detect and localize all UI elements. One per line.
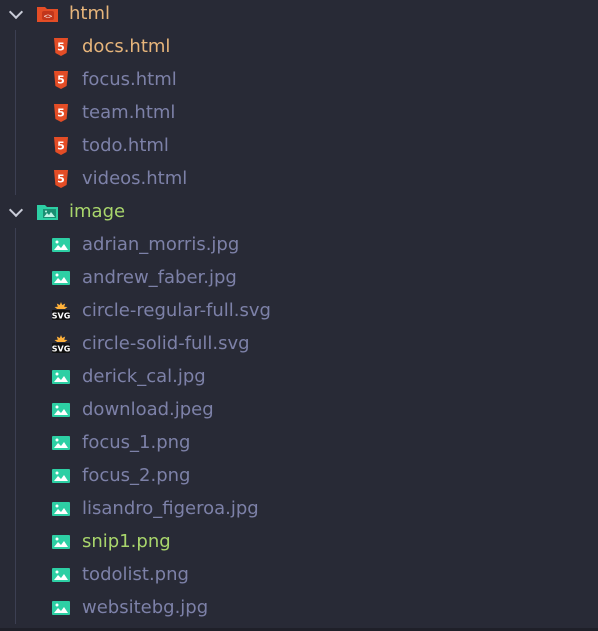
file-label: focus_1.png — [82, 432, 191, 453]
image-icon — [51, 598, 71, 618]
file-label: videos.html — [82, 168, 188, 189]
svg-icon: SVG — [51, 334, 71, 354]
chevron-down-icon[interactable] — [8, 202, 24, 217]
file-label: team.html — [82, 102, 176, 123]
file-label: lisandro_figeroa.jpg — [82, 498, 259, 519]
svg-text:5: 5 — [57, 172, 65, 185]
file-label: circle-regular-full.svg — [82, 300, 271, 321]
html-folder-icon: <> — [36, 5, 60, 23]
image-icon — [51, 499, 71, 519]
file-row-todolist-png[interactable]: todolist.png — [0, 558, 598, 591]
svg-text:SVG: SVG — [52, 311, 71, 320]
file-label: andrew_faber.jpg — [82, 267, 237, 288]
chevron-down-icon[interactable] — [8, 4, 24, 19]
file-label: snip1.png — [82, 531, 171, 552]
html5-icon: 5 — [51, 37, 71, 57]
file-row-focus-1-png[interactable]: focus_1.png — [0, 426, 598, 459]
html5-icon: 5 — [51, 136, 71, 156]
file-row-lisandro-figeroa-jpg[interactable]: lisandro_figeroa.jpg — [0, 492, 598, 525]
file-row-focus-html[interactable]: 5 focus.html — [0, 63, 598, 96]
image-folder-icon — [36, 203, 60, 221]
file-explorer-tree: <> html 5 docs.html 5 focus.html 5 team.… — [0, 0, 598, 631]
image-icon — [51, 367, 71, 387]
file-row-docs-html[interactable]: 5 docs.html — [0, 30, 598, 63]
folder-row-image[interactable]: image — [0, 195, 598, 228]
file-label: focus_2.png — [82, 465, 191, 486]
image-icon — [51, 268, 71, 288]
file-label: docs.html — [82, 36, 171, 57]
file-label: websitebg.jpg — [82, 597, 209, 618]
html5-icon: 5 — [51, 103, 71, 123]
image-icon — [51, 532, 71, 552]
image-icon — [51, 235, 71, 255]
file-row-snip1-png[interactable]: snip1.png — [0, 525, 598, 558]
file-row-adrian-morris-jpg[interactable]: adrian_morris.jpg — [0, 228, 598, 261]
file-row-andrew-faber-jpg[interactable]: andrew_faber.jpg — [0, 261, 598, 294]
file-row-circle-solid-full-svg[interactable]: SVG circle-solid-full.svg — [0, 327, 598, 360]
folder-row-html[interactable]: <> html — [0, 0, 598, 30]
file-label: download.jpeg — [82, 399, 214, 420]
image-icon — [51, 466, 71, 486]
file-row-circle-regular-full-svg[interactable]: SVG circle-regular-full.svg — [0, 294, 598, 327]
svg-icon: SVG — [51, 301, 71, 321]
image-icon — [51, 400, 71, 420]
file-label: adrian_morris.jpg — [82, 234, 240, 255]
folder-label-html: html — [69, 3, 111, 24]
svg-text:5: 5 — [57, 40, 65, 53]
file-row-todo-html[interactable]: 5 todo.html — [0, 129, 598, 162]
file-label: circle-solid-full.svg — [82, 333, 250, 354]
image-icon — [51, 433, 71, 453]
html5-icon: 5 — [51, 169, 71, 189]
file-row-derick-cal-jpg[interactable]: derick_cal.jpg — [0, 360, 598, 393]
file-row-team-html[interactable]: 5 team.html — [0, 96, 598, 129]
svg-text:5: 5 — [57, 139, 65, 152]
file-label: todo.html — [82, 135, 169, 156]
folder-label-image: image — [69, 201, 126, 222]
svg-text:5: 5 — [57, 73, 65, 86]
svg-text:<>: <> — [44, 12, 52, 20]
file-row-videos-html[interactable]: 5 videos.html — [0, 162, 598, 195]
file-label: derick_cal.jpg — [82, 366, 206, 387]
svg-text:SVG: SVG — [52, 344, 71, 353]
file-row-download-jpeg[interactable]: download.jpeg — [0, 393, 598, 426]
svg-text:5: 5 — [57, 106, 65, 119]
file-row-websitebg-jpg[interactable]: websitebg.jpg — [0, 591, 598, 624]
html5-icon: 5 — [51, 70, 71, 90]
file-label: todolist.png — [82, 564, 189, 585]
image-icon — [51, 565, 71, 585]
file-label: focus.html — [82, 69, 177, 90]
file-row-focus-2-png[interactable]: focus_2.png — [0, 459, 598, 492]
